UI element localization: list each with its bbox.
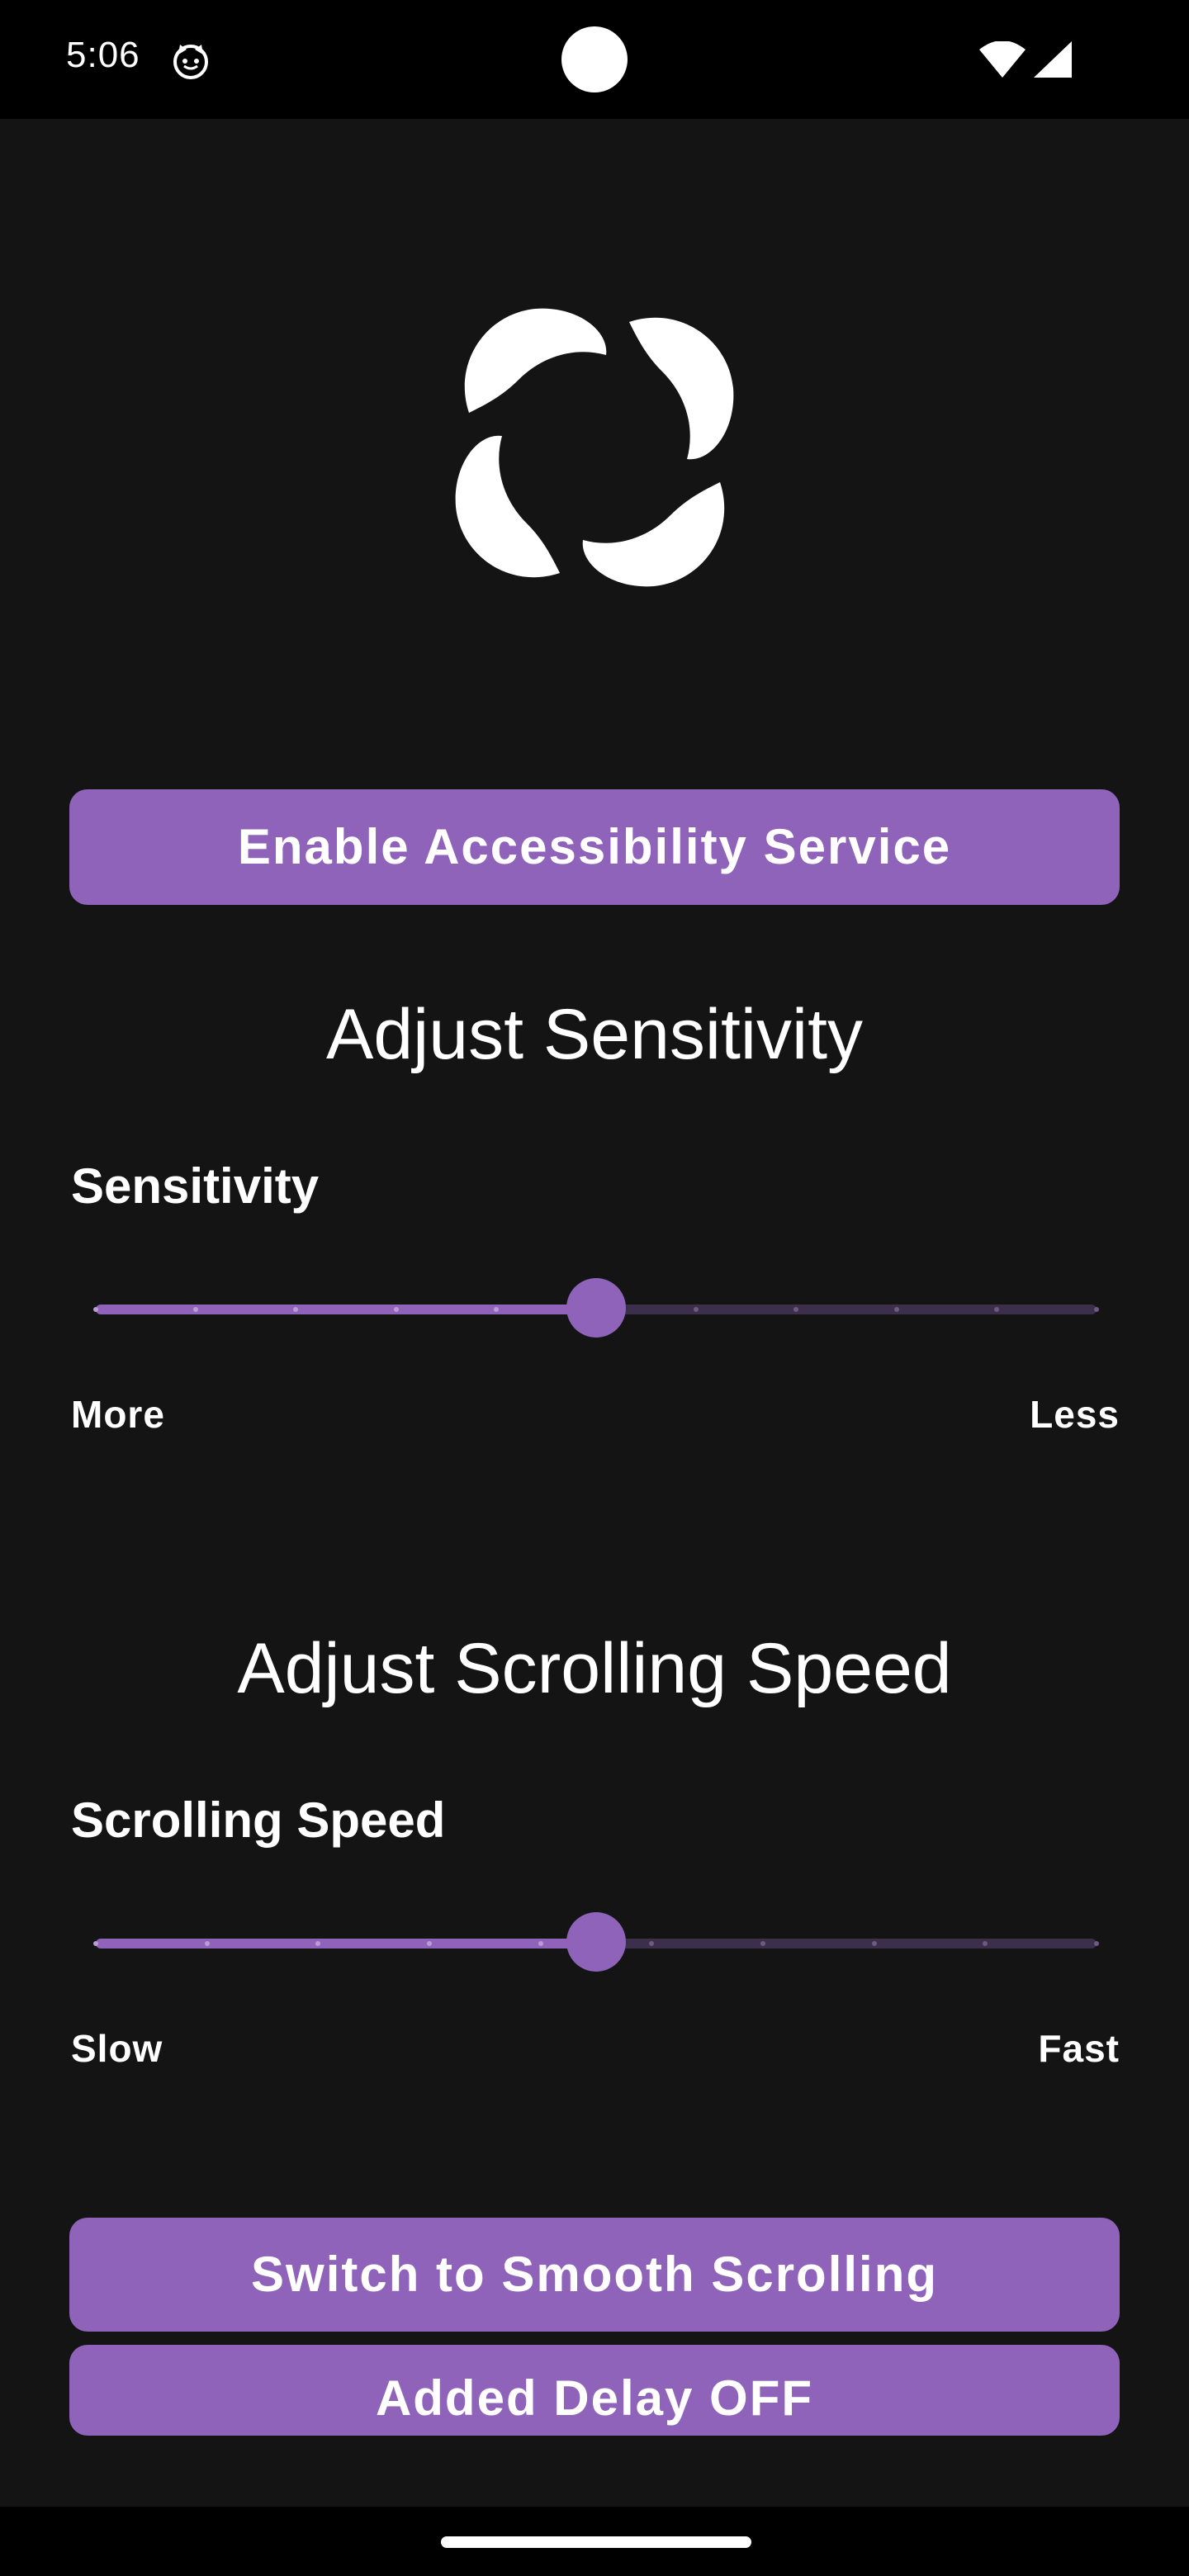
signal-icon — [1034, 41, 1072, 78]
sensitivity-max-label: Less — [1030, 1393, 1120, 1436]
scrolling-speed-section-title: Adjust Scrolling Speed — [237, 1629, 952, 1708]
app-screen: 5:06 Enable Accessibility Service Adjust… — [0, 0, 1189, 2576]
slider-tick — [393, 1307, 399, 1312]
slider-tick — [538, 1941, 543, 1946]
status-time: 5:06 — [66, 35, 140, 75]
enable-accessibility-label: Enable Accessibility Service — [237, 819, 952, 874]
slider-tick — [871, 1941, 877, 1946]
camera-cutout — [561, 26, 628, 92]
sensitivity-slider-thumb[interactable] — [566, 1278, 626, 1338]
slider-tick — [204, 1941, 210, 1946]
slider-tick — [893, 1307, 899, 1312]
home-gesture-handle[interactable] — [441, 2536, 751, 2548]
slider-tick — [993, 1307, 999, 1312]
sensitivity-slider[interactable] — [93, 1278, 1099, 1338]
scrolling-speed-slider[interactable] — [93, 1912, 1099, 1972]
sensitivity-min-label: More — [71, 1393, 165, 1436]
slider-tick — [1094, 1307, 1099, 1312]
scrolling-speed-max-label: Fast — [1038, 2027, 1120, 2070]
pinwheel-logo-icon — [455, 308, 734, 587]
slider-track-active — [96, 1939, 596, 1949]
navigation-bar — [0, 2507, 1189, 2576]
scrolling-speed-slider-thumb[interactable] — [566, 1912, 626, 1972]
slider-tick — [1094, 1941, 1099, 1946]
status-bar: 5:06 — [0, 0, 1189, 119]
smooth-scrolling-label: Switch to Smooth Scrolling — [251, 2247, 938, 2302]
sensitivity-slider-label: Sensitivity — [71, 1158, 320, 1214]
slider-tick — [427, 1941, 432, 1946]
cat-icon — [173, 45, 208, 79]
slider-tick — [93, 1307, 98, 1312]
sensitivity-section-title: Adjust Sensitivity — [325, 995, 864, 1074]
added-delay-label: Added Delay OFF — [375, 2370, 814, 2426]
slider-tick — [760, 1941, 765, 1946]
smooth-scrolling-button[interactable]: Switch to Smooth Scrolling — [69, 2218, 1120, 2332]
added-delay-button[interactable]: Added Delay OFF — [69, 2345, 1120, 2436]
scrolling-speed-slider-label: Scrolling Speed — [71, 1792, 446, 1848]
enable-accessibility-button[interactable]: Enable Accessibility Service — [69, 789, 1120, 905]
slider-track-active — [96, 1305, 596, 1314]
scrolling-speed-min-label: Slow — [71, 2027, 163, 2070]
slider-tick — [93, 1941, 98, 1946]
slider-tick — [493, 1307, 499, 1312]
wifi-icon — [979, 41, 1026, 78]
